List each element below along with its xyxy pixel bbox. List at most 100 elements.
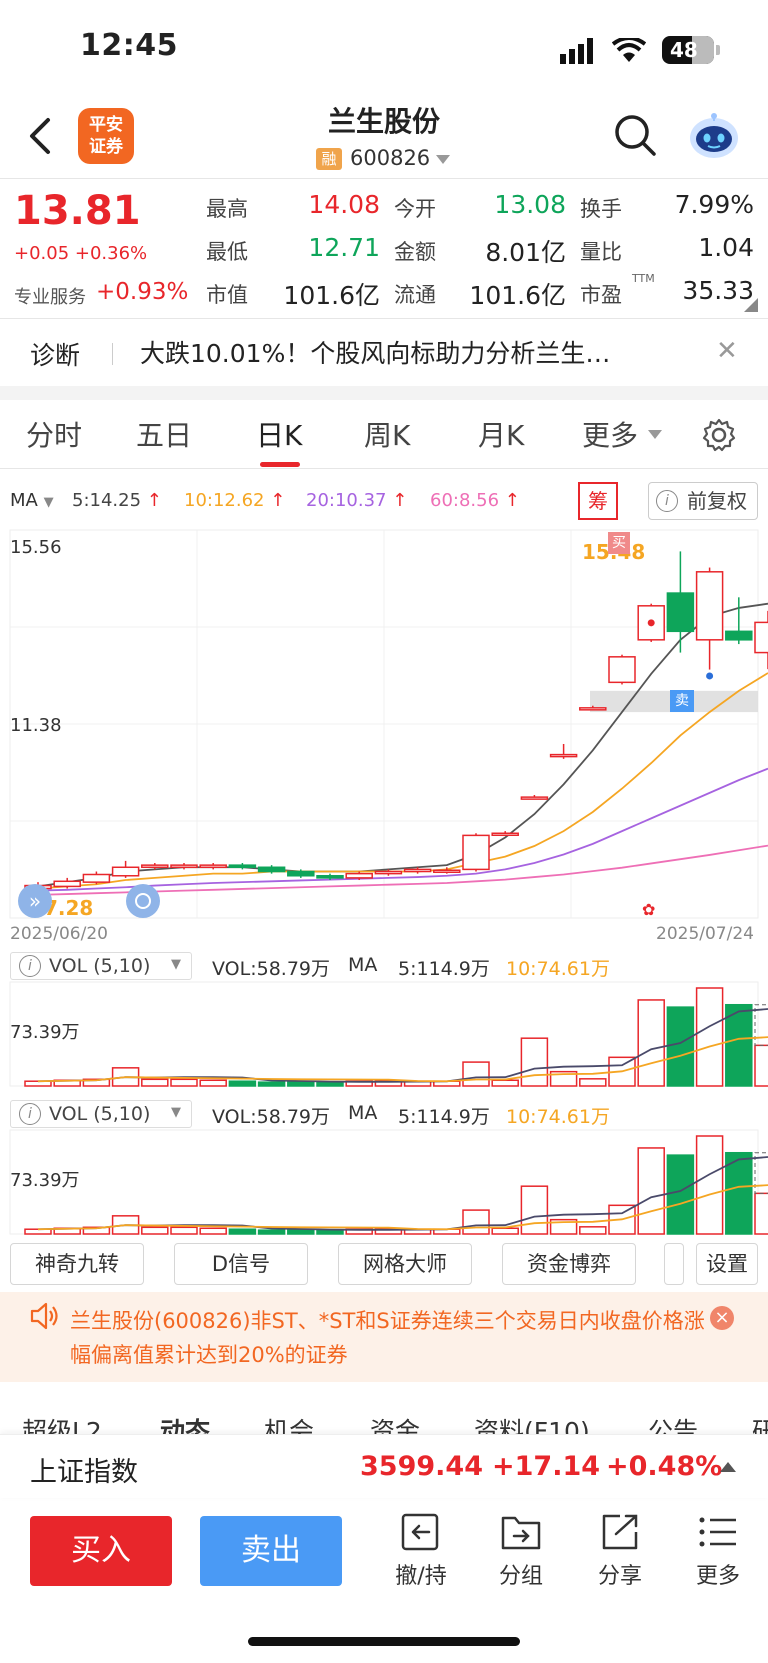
tool-button-3[interactable]: 资金博弈 (502, 1243, 636, 1285)
candle-body (695, 571, 724, 641)
event-marker-icon[interactable]: ✿ (642, 900, 655, 919)
volume-ma5: 5:114.9万 (398, 958, 490, 980)
volume-vol: VOL:58.79万 (212, 958, 330, 980)
candle-body (579, 707, 607, 711)
volume-panel-2-bar (754, 1192, 768, 1235)
buy-dot (647, 619, 655, 627)
info-tab-5[interactable]: 公告 (648, 1412, 698, 1434)
volume-panel-2-bar (520, 1185, 549, 1235)
buy-signal-tag[interactable]: 买 (608, 532, 630, 554)
tool-button-2[interactable]: 网格大师 (338, 1243, 472, 1285)
candle-body (549, 753, 578, 758)
home-indicator[interactable] (248, 1637, 520, 1646)
volume-ma: MA (348, 1102, 378, 1124)
volume-panel-2-bar (462, 1209, 490, 1235)
volume-panel-2-bar (141, 1226, 169, 1235)
notice-text[interactable]: 兰生股份(600826)非ST、*ST和S证券连续三个交易日内收盘价格涨幅偏离值… (70, 1304, 710, 1372)
group-button[interactable]: 分组 (481, 1512, 561, 1590)
cancel-hold-label: 撤/持 (395, 1564, 447, 1589)
info-tab-6[interactable]: 研 (752, 1412, 768, 1434)
volume-panel-2-bar (579, 1226, 607, 1235)
candle-body (199, 864, 227, 869)
tool-button-4[interactable]: 设置 (696, 1243, 758, 1285)
index-name[interactable]: 上证指数 (30, 1450, 138, 1489)
volume-panel-2-bar (316, 1229, 344, 1235)
sell-dot (706, 672, 714, 680)
volume-panel-1-bar (316, 1081, 344, 1087)
volume-panel-1-bar (170, 1078, 198, 1087)
close-icon[interactable]: × (710, 1306, 734, 1330)
volume-panel-2-bar (637, 1147, 665, 1235)
kline-chart[interactable] (0, 0, 768, 1240)
volume-indicator-selector[interactable]: i VOL (5,10) ▼ (10, 952, 192, 980)
info-tab-1[interactable]: 动态 (160, 1412, 210, 1434)
share-button[interactable]: 分享 (580, 1512, 660, 1590)
volume-y-label: 73.39万 (10, 1170, 80, 1191)
volume-panel-1-bar (491, 1079, 519, 1087)
more-button[interactable]: 更多 (678, 1512, 758, 1590)
cancel-hold-icon (401, 1513, 439, 1551)
volume-ma10: 10:74.61万 (506, 958, 610, 980)
volume-panel-1-bar (579, 1078, 607, 1087)
volume-indicator-selector[interactable]: i VOL (5,10) ▼ (10, 1100, 192, 1128)
candle-body (462, 834, 490, 871)
candle-body (111, 866, 140, 877)
info-tab-4[interactable]: 资料(F10) (474, 1412, 590, 1434)
buy-button[interactable]: 买入 (30, 1516, 172, 1586)
cancel-hold-button[interactable]: 撤/持 (381, 1512, 461, 1590)
date-end: 2025/07/24 (656, 924, 754, 944)
info-tabs: 超级L2 动态 机会 资金 资料(F10) 公告 研 (0, 1400, 768, 1434)
volume-vol: VOL:58.79万 (212, 1106, 330, 1128)
volume-panel-2-bar (170, 1226, 198, 1235)
volume-indicator-name: VOL (5,10) (49, 1103, 151, 1125)
candle-body (754, 621, 768, 654)
sell-button[interactable]: 卖出 (200, 1516, 342, 1586)
candle-body (374, 870, 403, 875)
volume-panel-2-bar (228, 1228, 257, 1235)
volume-panel-1-bar (462, 1061, 490, 1087)
candle-body (666, 592, 695, 633)
volume-ma5: 5:114.9万 (398, 1106, 490, 1128)
info-icon: i (19, 1103, 41, 1125)
volume-panel-2-bar (199, 1227, 227, 1235)
more-label: 更多 (695, 1564, 740, 1589)
caret-down-icon: ▼ (171, 957, 181, 972)
candle-body (287, 870, 315, 877)
tool-button-1[interactable]: D信号 (174, 1243, 308, 1285)
candle-body (228, 864, 257, 869)
info-tab-2[interactable]: 机会 (264, 1412, 314, 1434)
candle-body (608, 656, 636, 684)
tool-button-partial[interactable] (664, 1243, 684, 1285)
volume-panel-2-bar (695, 1135, 724, 1235)
candle-body (520, 796, 549, 800)
chevron-right-icon[interactable]: » (18, 884, 52, 918)
scroll-handle-icon[interactable] (126, 884, 160, 918)
info-icon: i (19, 955, 41, 977)
volume-panel-1-bar (199, 1079, 227, 1087)
volume-indicator-name: VOL (5,10) (49, 955, 151, 977)
index-value: 3599.44 (360, 1451, 483, 1482)
volume-panel-1-bar (637, 999, 665, 1087)
y-axis-mid: 11.38 (10, 715, 62, 736)
menu-icon (699, 1517, 736, 1547)
folder-icon (501, 1516, 541, 1550)
candle-body (433, 869, 461, 873)
volume-panel-1-bar (695, 987, 724, 1087)
candle-body (725, 630, 753, 641)
info-tab-0[interactable]: 超级L2 (22, 1412, 102, 1434)
volume-panel-1-bar (520, 1037, 549, 1087)
info-tab-3[interactable]: 资金 (370, 1412, 420, 1434)
volume-ma10: 10:74.61万 (506, 1106, 610, 1128)
expand-up-icon[interactable] (720, 1462, 736, 1472)
volume-panel-1-bar (754, 1044, 768, 1087)
sell-signal-tag[interactable]: 卖 (670, 690, 694, 712)
volume-panel-2-bar (287, 1229, 315, 1235)
tool-button-0[interactable]: 神奇九转 (10, 1243, 144, 1285)
ma5-line (37, 602, 768, 888)
volume-panel-2-bar (491, 1227, 519, 1235)
candle-body (316, 875, 344, 879)
caret-down-icon: ▼ (171, 1105, 181, 1120)
index-pct: +0.48% (606, 1451, 723, 1482)
volume-panel-1-bar (228, 1080, 257, 1087)
volume-panel-2-bar (257, 1229, 286, 1235)
